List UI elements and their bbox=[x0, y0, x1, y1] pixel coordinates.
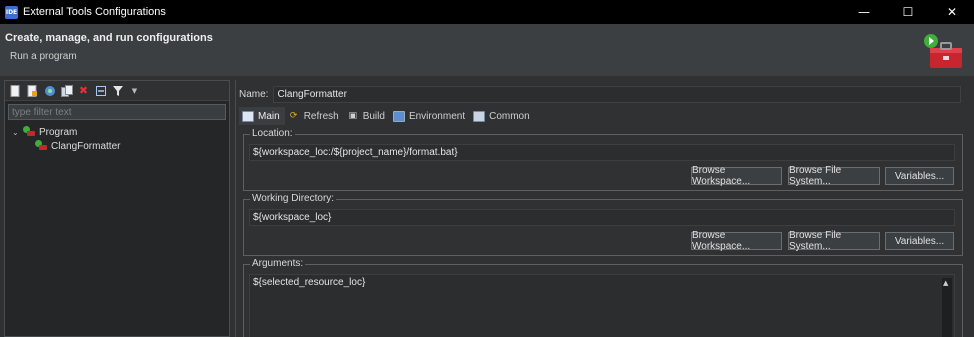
variables-button[interactable]: Variables... bbox=[885, 232, 954, 250]
working-directory-label: Working Directory: bbox=[250, 193, 337, 204]
tree-item-label: Program bbox=[39, 126, 78, 138]
minimize-icon[interactable]: — bbox=[842, 0, 886, 24]
title-bar: IDE External Tools Configurations — ☐ ✕ bbox=[0, 0, 974, 24]
header-banner: Create, manage, and run configurations R… bbox=[0, 24, 974, 76]
location-label: Location: bbox=[250, 128, 295, 139]
config-editor-pane: Name: Main ⟳ Refresh ▣ Build Environment bbox=[235, 80, 974, 337]
chevron-down-icon[interactable]: ⌄ bbox=[12, 128, 22, 137]
scroll-up-icon[interactable]: ▲ bbox=[943, 279, 948, 287]
config-list-pane: ✖ ▼ ⌄ Program ClangFormatter bbox=[4, 80, 230, 337]
toolbox-icon bbox=[924, 34, 962, 68]
banner-title: Create, manage, and run configurations bbox=[5, 32, 213, 44]
program-icon bbox=[22, 126, 36, 138]
tree-item-label: ClangFormatter bbox=[51, 140, 121, 152]
location-field[interactable]: ${workspace_loc:/${project_name}/format.… bbox=[249, 144, 955, 161]
name-field[interactable] bbox=[273, 86, 962, 103]
tab-common[interactable]: Common bbox=[470, 107, 535, 125]
tab-main[interactable]: Main bbox=[239, 107, 285, 125]
new-config-icon[interactable] bbox=[9, 84, 22, 97]
browse-workspace-button[interactable]: Browse Workspace... bbox=[691, 230, 782, 252]
delete-icon[interactable]: ✖ bbox=[77, 84, 90, 97]
working-directory-field[interactable]: ${workspace_loc} bbox=[249, 209, 955, 226]
build-icon: ▣ bbox=[348, 111, 357, 121]
browse-file-system-button[interactable]: Browse File System... bbox=[788, 230, 880, 252]
tab-environment[interactable]: Environment bbox=[390, 107, 470, 125]
config-tree: ⌄ Program ClangFormatter bbox=[5, 125, 229, 153]
working-directory-group: Working Directory: ${workspace_loc} Brow… bbox=[243, 193, 963, 256]
ide-app-icon: IDE bbox=[5, 5, 18, 19]
filter-icon[interactable] bbox=[111, 84, 124, 97]
tree-item-clangformatter[interactable]: ClangFormatter bbox=[5, 139, 229, 153]
new-prototype-icon[interactable] bbox=[26, 84, 39, 97]
arguments-group: Arguments: ${selected_resource_loc} ▲ bbox=[243, 258, 963, 337]
filter-input[interactable] bbox=[8, 104, 226, 120]
config-toolbar: ✖ ▼ bbox=[5, 81, 229, 101]
environment-icon bbox=[392, 110, 405, 122]
location-group: Location: ${workspace_loc:/${project_nam… bbox=[243, 128, 963, 191]
window-title: External Tools Configurations bbox=[23, 6, 166, 18]
arguments-textarea[interactable]: ${selected_resource_loc} ▲ bbox=[249, 274, 955, 337]
common-icon bbox=[473, 110, 486, 122]
tree-item-program[interactable]: ⌄ Program bbox=[5, 125, 229, 139]
config-tabs: Main ⟳ Refresh ▣ Build Environment Commo… bbox=[239, 107, 535, 125]
browse-workspace-button[interactable]: Browse Workspace... bbox=[691, 165, 782, 187]
tab-build[interactable]: ▣ Build bbox=[344, 107, 390, 125]
export-icon[interactable] bbox=[60, 84, 73, 97]
arguments-label: Arguments: bbox=[250, 258, 306, 269]
dropdown-icon[interactable]: ▼ bbox=[128, 84, 141, 97]
arguments-scrollbar[interactable]: ▲ bbox=[942, 278, 952, 337]
name-label: Name: bbox=[239, 89, 269, 100]
duplicate-icon[interactable] bbox=[43, 84, 56, 97]
browse-file-system-button[interactable]: Browse File System... bbox=[788, 165, 880, 187]
close-icon[interactable]: ✕ bbox=[930, 0, 974, 24]
tab-refresh[interactable]: ⟳ Refresh bbox=[285, 107, 344, 125]
refresh-icon: ⟳ bbox=[289, 111, 298, 121]
external-tools-dialog: IDE External Tools Configurations — ☐ ✕ … bbox=[0, 0, 974, 337]
main-tab-icon bbox=[242, 110, 254, 122]
variables-button[interactable]: Variables... bbox=[885, 167, 954, 185]
maximize-icon[interactable]: ☐ bbox=[886, 0, 930, 24]
collapse-all-icon[interactable] bbox=[94, 84, 107, 97]
program-icon bbox=[34, 140, 48, 152]
banner-subtitle: Run a program bbox=[10, 51, 77, 62]
arguments-value: ${selected_resource_loc} bbox=[253, 277, 366, 288]
